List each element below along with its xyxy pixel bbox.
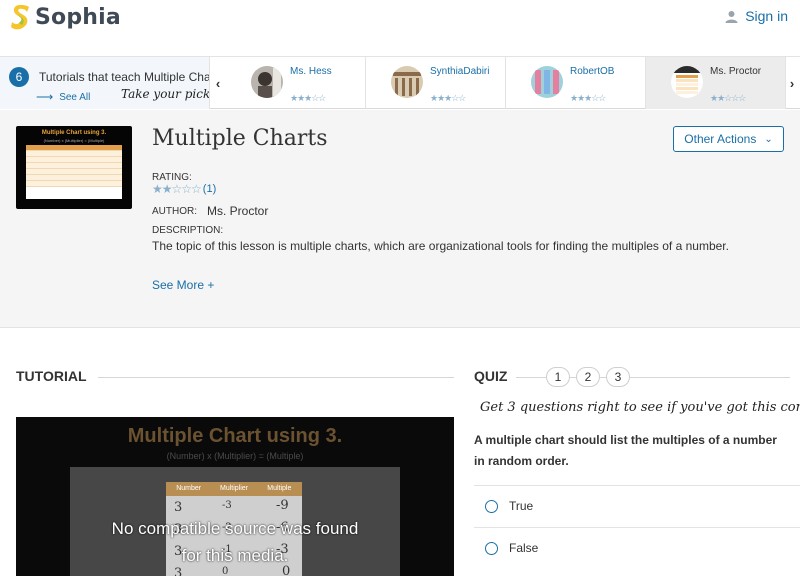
star-rating: ★★★☆☆: [570, 93, 606, 103]
thumbnail-table: [26, 145, 122, 199]
brand-name: Sophia: [35, 4, 121, 30]
answer-label: True: [509, 499, 534, 513]
table-cell: -3: [222, 500, 232, 511]
teacher-name: SynthiaDabiri: [430, 66, 490, 77]
signin-link[interactable]: Sign in: [725, 8, 788, 24]
strip-next-button[interactable]: ›: [784, 57, 800, 109]
answer-option-true[interactable]: True: [474, 485, 800, 527]
chevron-down-icon: ⌄: [764, 133, 773, 145]
teacher-avatar: [391, 66, 423, 98]
table-cell: 3: [174, 500, 183, 515]
lesson-thumbnail[interactable]: Multiple Chart using 3. (Number) x (Mult…: [16, 126, 132, 209]
quiz-heading: QUIZ: [474, 368, 508, 384]
teacher-name: RobertOB: [570, 66, 615, 77]
sophia-logo[interactable]: Sophia: [9, 3, 121, 31]
tutorial-heading: TUTORIAL: [16, 368, 87, 384]
tutorial-count-badge: 6: [9, 67, 29, 87]
strip-title: Tutorials that teach Multiple Cha: [39, 70, 210, 84]
user-icon: [725, 10, 738, 23]
tutorial-card[interactable]: SynthiaDabiri ★★★☆☆: [366, 57, 506, 109]
see-more-link[interactable]: See More +: [152, 278, 214, 292]
radio-button[interactable]: [485, 542, 498, 555]
author-label: AUTHOR:: [152, 206, 197, 217]
video-subtitle: (Number) x (Multiplier) = (Multiple): [166, 451, 304, 461]
see-all-label: See All: [59, 91, 91, 103]
thumbnail-title: Multiple Chart using 3.: [41, 130, 107, 136]
teacher-name: Ms. Hess: [290, 66, 332, 77]
arrow-right-icon: ⟶: [36, 90, 54, 104]
sophia-logo-icon: [11, 5, 29, 30]
lesson-rating: ★★☆☆☆ (1): [152, 182, 216, 196]
lesson-thumbnail: [671, 66, 703, 98]
site-header: Sophia Sign in: [0, 0, 800, 57]
divider: [98, 377, 454, 378]
author-name: Ms. Proctor: [207, 204, 269, 218]
answer-option-false[interactable]: False: [474, 527, 800, 569]
table-cell: -9: [276, 498, 289, 513]
strip-intro: 6 Tutorials that teach Multiple Cha ⟶ Se…: [0, 57, 210, 109]
video-title: Multiple Chart using 3.: [127, 425, 343, 447]
quiz-question: A multiple chart should list the multipl…: [474, 433, 777, 468]
quiz-tagline: Get 3 questions right to see if you've g…: [480, 400, 800, 415]
teacher-name: Ms. Proctor: [710, 66, 762, 77]
chevron-right-icon: ›: [789, 75, 795, 91]
table-header: Multiplier: [219, 485, 248, 492]
chevron-left-icon: ‹: [215, 75, 221, 91]
tutorial-card[interactable]: Ms. Hess ★★★☆☆: [226, 57, 366, 109]
quiz-step-2[interactable]: 2: [576, 367, 600, 387]
strip-prev-button[interactable]: ‹: [210, 57, 226, 109]
table-header: Number: [176, 485, 202, 492]
answer-label: False: [509, 541, 539, 555]
radio-button[interactable]: [485, 500, 498, 513]
video-error-message: No compatible source was found for this …: [111, 519, 359, 565]
lesson-summary: Multiple Chart using 3. (Number) x (Mult…: [0, 110, 800, 328]
tutorial-card-active[interactable]: Ms. Proctor ★★☆☆☆: [646, 57, 786, 109]
thumbnail-subtitle: (Number) x (Multiplier) = (Multiple): [43, 138, 105, 143]
quiz-step-3[interactable]: 3: [606, 367, 630, 387]
quiz-step-1[interactable]: 1: [546, 367, 570, 387]
related-tutorials-strip: 6 Tutorials that teach Multiple Cha ⟶ Se…: [0, 57, 800, 109]
teacher-avatar: [531, 66, 563, 98]
teacher-avatar: [251, 66, 283, 98]
description-label: DESCRIPTION:: [152, 225, 224, 236]
other-actions-button[interactable]: Other Actions ⌄: [673, 126, 784, 152]
star-rating: ★★★☆☆: [430, 93, 466, 103]
pick-text: Take your pick:: [121, 87, 210, 101]
signin-label: Sign in: [745, 8, 788, 24]
page-title: Multiple Charts: [152, 126, 328, 151]
lesson-description: The topic of this lesson is multiple cha…: [152, 239, 729, 253]
rating-count-link[interactable]: (1): [203, 183, 216, 195]
tutorial-card[interactable]: RobertOB ★★★☆☆: [506, 57, 646, 109]
other-actions-label: Other Actions: [684, 132, 757, 146]
star-rating: ★★☆☆☆: [710, 93, 746, 103]
star-rating: ★★☆☆☆: [152, 182, 202, 196]
see-all-link[interactable]: ⟶ See All: [36, 90, 90, 104]
star-rating: ★★★☆☆: [290, 93, 326, 103]
table-header: Multiple: [267, 485, 292, 492]
video-player[interactable]: Multiple Chart using 3. (Number) x (Mult…: [16, 417, 454, 576]
